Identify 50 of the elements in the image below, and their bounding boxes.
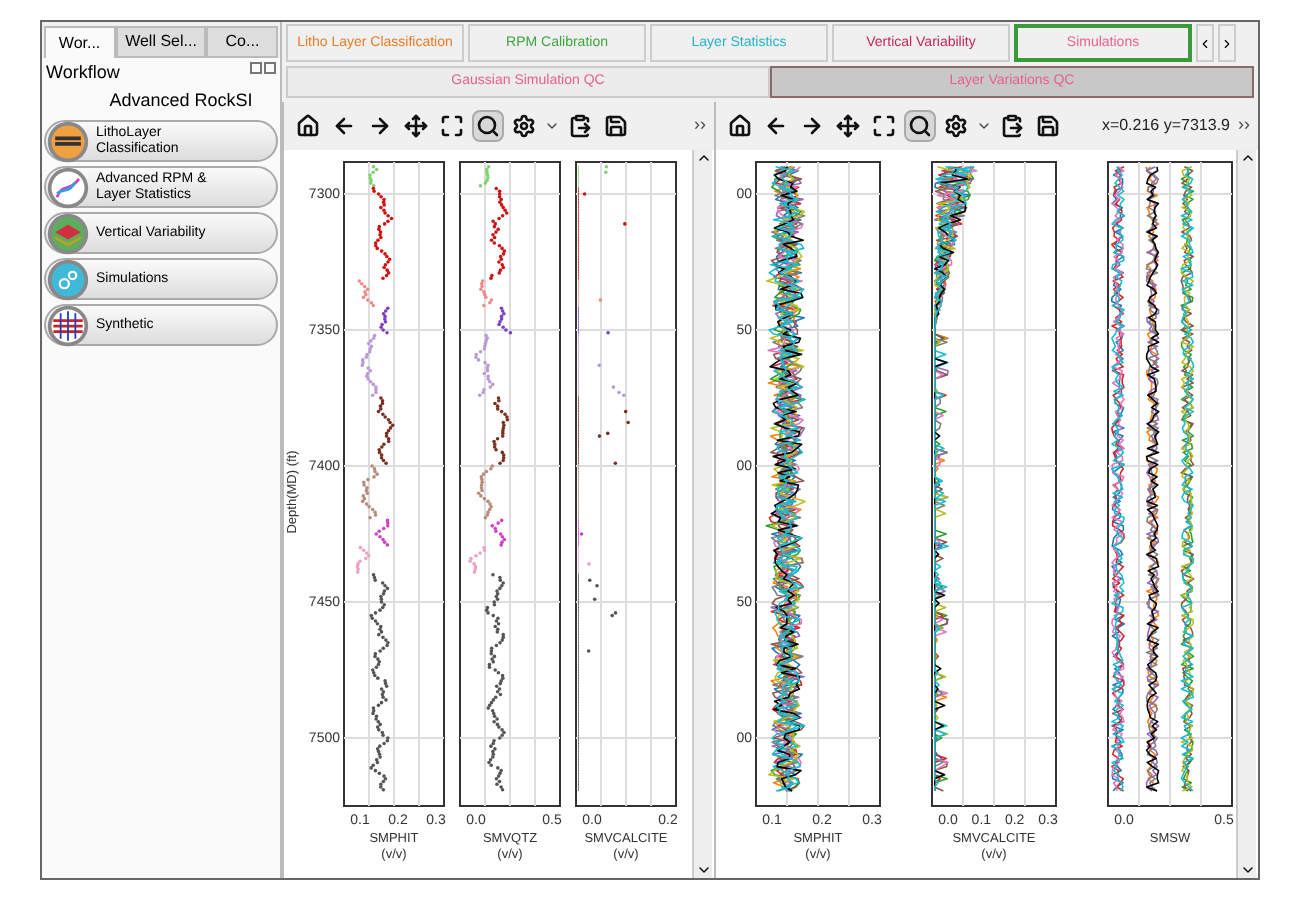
scroll-down-icon (695, 862, 711, 878)
back-icon (332, 114, 356, 138)
scrollbar[interactable] (1236, 150, 1256, 878)
zoom-button[interactable] (904, 110, 936, 142)
home-icon (296, 114, 320, 138)
settings-button[interactable] (940, 110, 972, 142)
forward-icon (800, 114, 824, 138)
move-icon (404, 114, 428, 138)
workflow-name: Advanced RockSI (107, 87, 255, 113)
fit-icon (872, 114, 896, 138)
fit-icon (440, 114, 464, 138)
caret-icon[interactable] (976, 118, 992, 134)
panel-title: Workflow (46, 60, 120, 86)
home-icon (728, 114, 752, 138)
move-button[interactable] (400, 110, 432, 142)
home-button[interactable] (724, 110, 756, 142)
scroll-down-icon (1239, 862, 1255, 878)
cursor-coordinates: x=0.216 y=7313.9 (1101, 114, 1230, 138)
home-button[interactable] (292, 110, 324, 142)
scroll-up-icon (695, 150, 711, 166)
chevron-right-icon[interactable] (1220, 35, 1234, 51)
clipboard-icon (568, 114, 592, 138)
caret-icon[interactable] (544, 118, 560, 134)
move-button[interactable] (832, 110, 864, 142)
save-button[interactable] (600, 110, 632, 142)
back-icon (764, 114, 788, 138)
zoom-icon (908, 114, 932, 138)
panel-tab[interactable]: Well Sel... (115, 26, 207, 58)
settings-icon (944, 114, 968, 138)
panel-tab[interactable]: Co... (206, 26, 278, 58)
scroll-up-icon (1239, 150, 1255, 166)
save-button[interactable] (1032, 110, 1064, 142)
zoom-button[interactable] (472, 110, 504, 142)
move-icon (836, 114, 860, 138)
fit-button[interactable] (868, 110, 900, 142)
settings-icon (512, 114, 536, 138)
layers-icon (46, 119, 90, 163)
more-button[interactable]: ›› (690, 112, 706, 140)
zoom-icon (476, 114, 500, 138)
more-button[interactable]: ›› (1234, 112, 1250, 140)
clipboard-icon (1000, 114, 1024, 138)
save-icon (1036, 114, 1060, 138)
save-icon (604, 114, 628, 138)
settings-button[interactable] (508, 110, 540, 142)
panel-tab[interactable]: Wor... (44, 26, 116, 58)
stack-icon (46, 211, 90, 255)
fit-button[interactable] (436, 110, 468, 142)
scrollbar[interactable] (692, 150, 712, 878)
forward-icon (368, 114, 392, 138)
chevron-left-icon[interactable] (1198, 35, 1212, 51)
